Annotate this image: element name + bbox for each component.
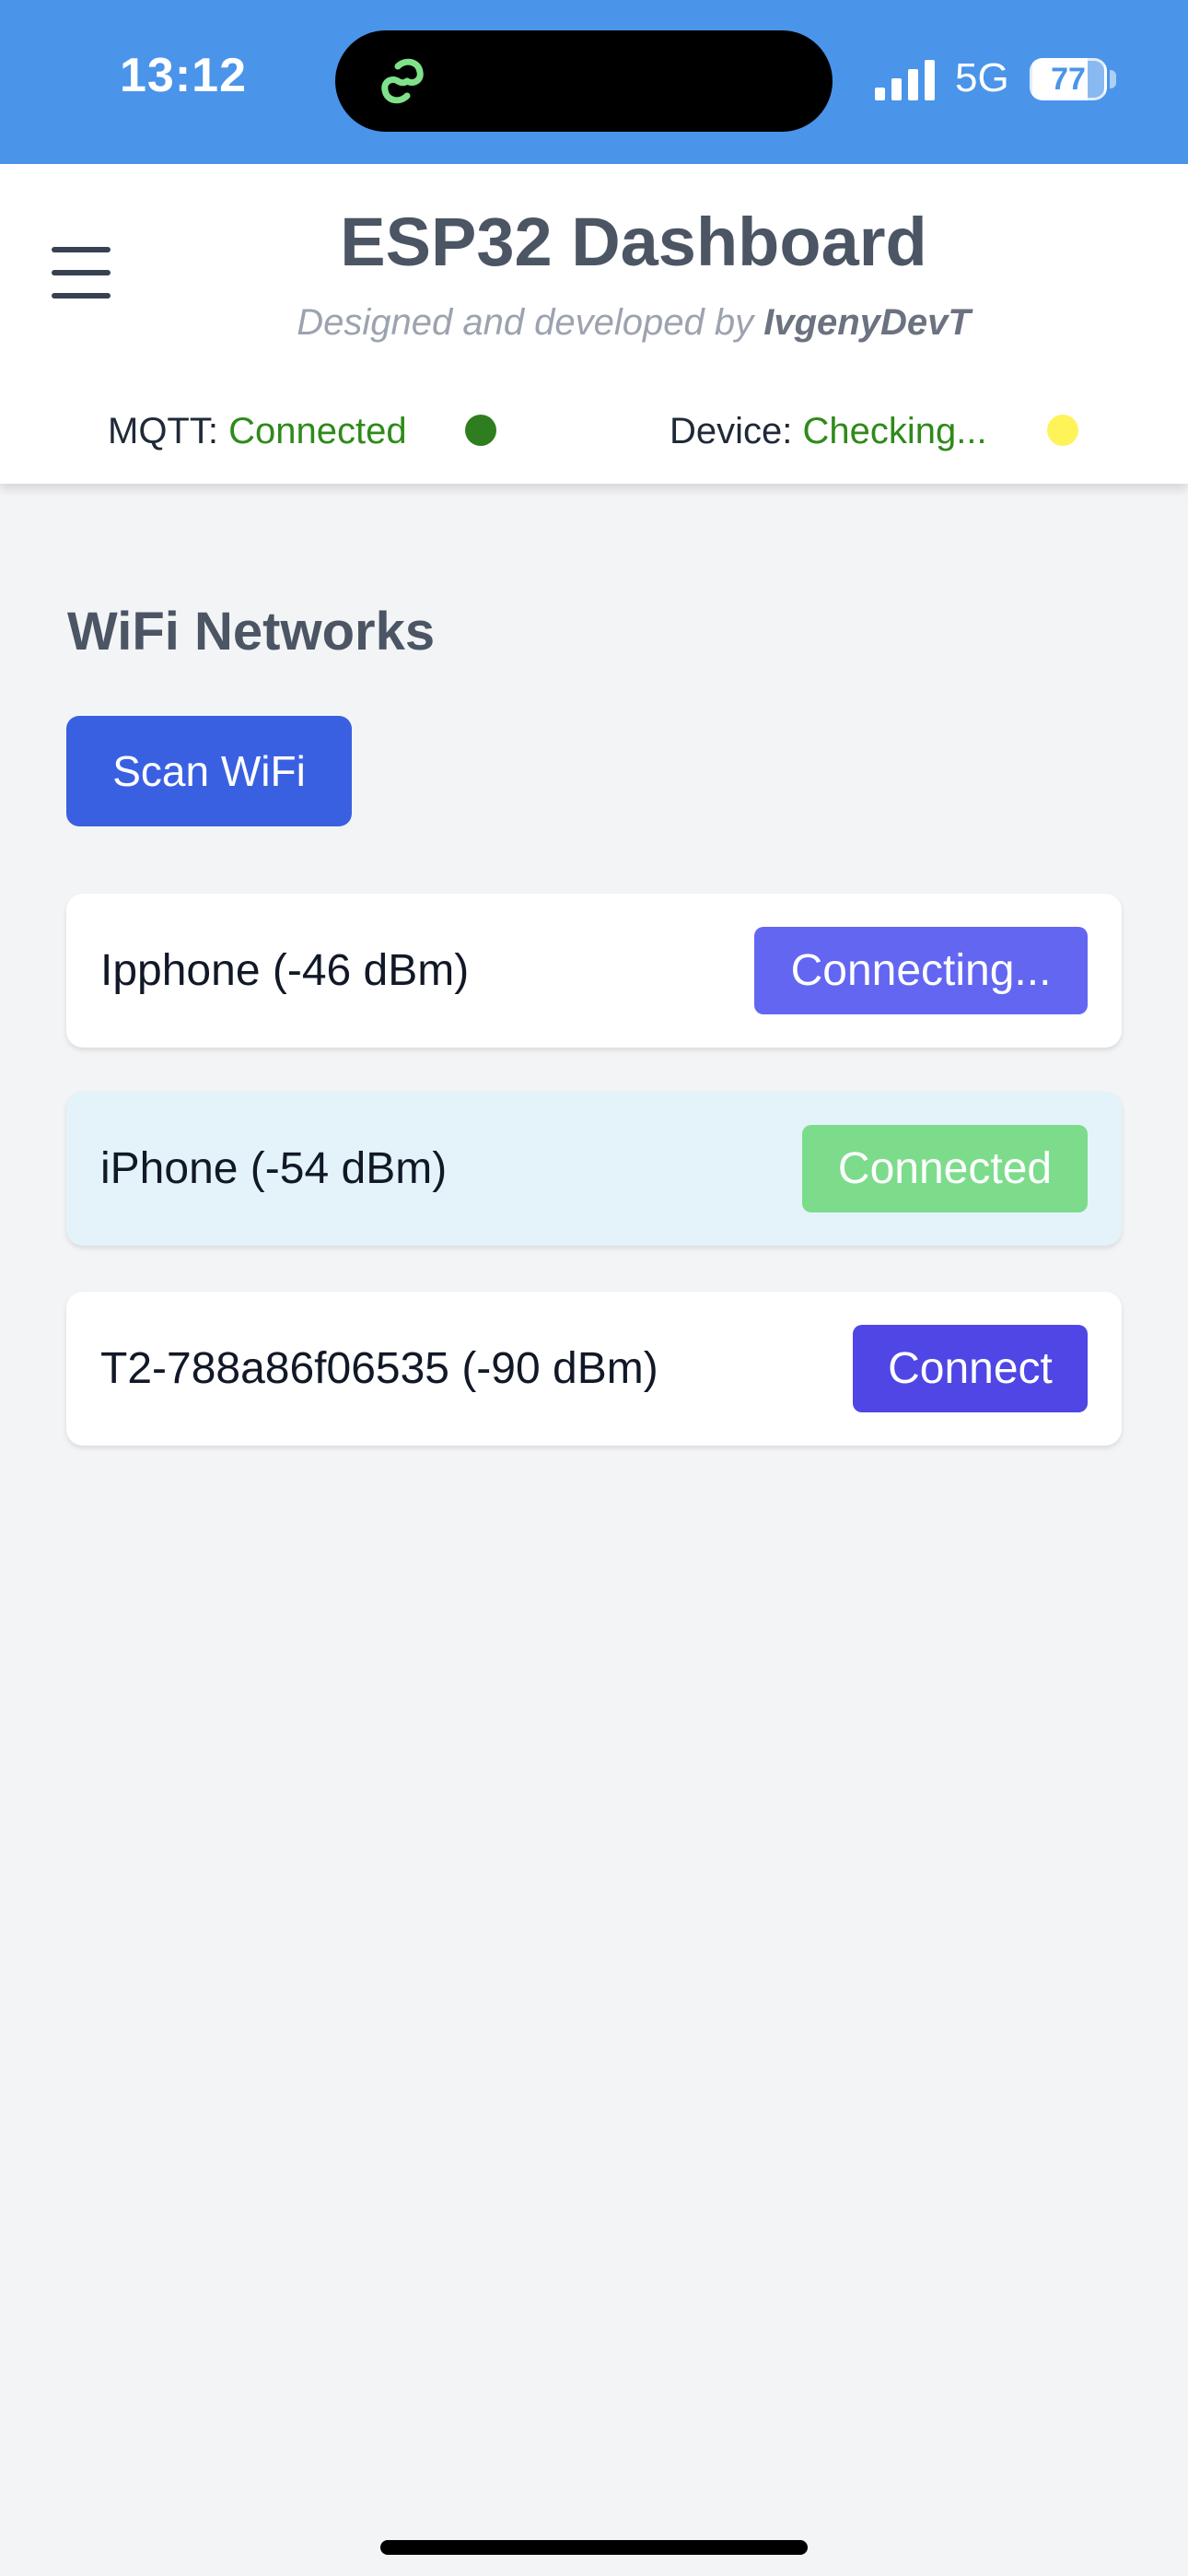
wifi-network-item: Ipphone (-46 dBm) Connecting... xyxy=(66,894,1122,1048)
battery-tip xyxy=(1110,70,1116,88)
connect-button[interactable]: Connect xyxy=(853,1325,1088,1412)
cellular-signal-icon xyxy=(875,60,935,100)
mqtt-status-indicator xyxy=(465,415,496,446)
status-bar: 13:12 5G 77 xyxy=(0,0,1188,164)
page-title: ESP32 Dashboard xyxy=(340,204,927,280)
wifi-network-name: T2-788a86f06535 (-90 dBm) xyxy=(100,1344,658,1393)
page-subtitle: Designed and developed by IvgenyDevT xyxy=(0,302,1188,344)
wifi-network-item: iPhone (-54 dBm) Connected xyxy=(66,1092,1122,1246)
wifi-network-name: iPhone (-54 dBm) xyxy=(100,1144,448,1193)
mqtt-status-label: MQTT: xyxy=(108,411,229,451)
app-header: ESP32 Dashboard Designed and developed b… xyxy=(0,164,1188,484)
scan-wifi-button[interactable]: Scan WiFi xyxy=(66,716,352,826)
wifi-section-title: WiFi Networks xyxy=(67,602,436,662)
status-time: 13:12 xyxy=(120,49,247,102)
network-type: 5G xyxy=(955,55,1009,100)
mqtt-status-value: Connected xyxy=(228,411,407,451)
dynamic-island xyxy=(335,30,833,132)
subtitle-author: IvgenyDevT xyxy=(763,302,971,343)
link-icon xyxy=(381,58,424,104)
battery-level: 77 xyxy=(1051,62,1086,97)
wifi-network-name: Ipphone (-46 dBm) xyxy=(100,946,470,995)
connecting-button[interactable]: Connecting... xyxy=(754,927,1088,1014)
mqtt-status: MQTT: Connected xyxy=(108,411,407,452)
battery-icon: 77 xyxy=(1030,58,1107,100)
device-status-label: Device: xyxy=(670,411,803,451)
device-status-value: Checking... xyxy=(802,411,987,451)
subtitle-prefix: Designed and developed by xyxy=(297,302,764,343)
device-status-indicator xyxy=(1047,415,1078,446)
wifi-network-item: T2-788a86f06535 (-90 dBm) Connect xyxy=(66,1292,1122,1446)
device-status: Device: Checking... xyxy=(670,411,987,452)
connected-button[interactable]: Connected xyxy=(802,1125,1088,1212)
home-indicator[interactable] xyxy=(380,2540,808,2555)
